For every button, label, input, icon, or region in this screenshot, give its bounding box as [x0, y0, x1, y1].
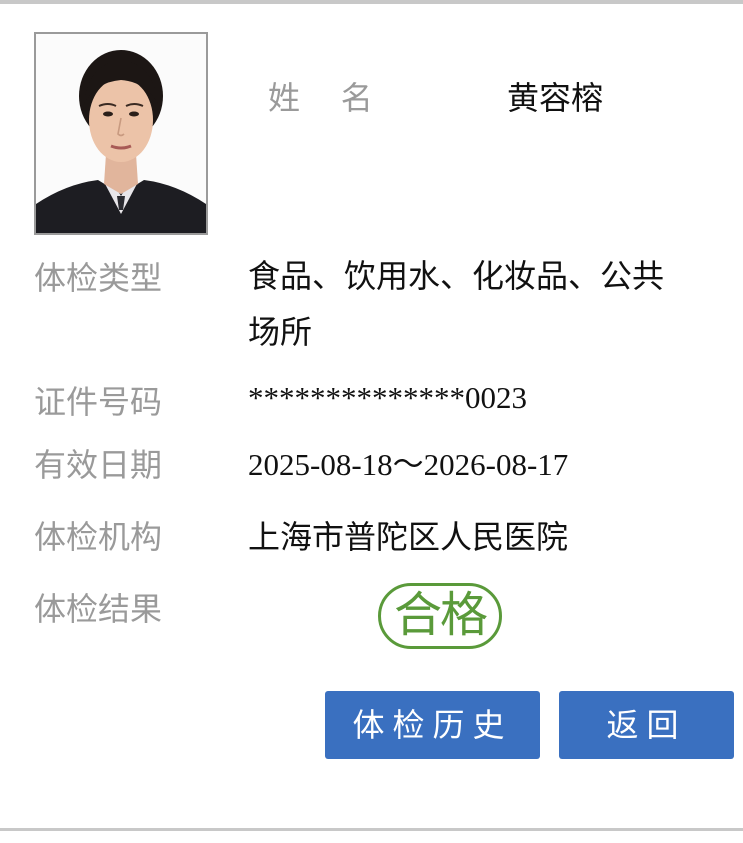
- id-number-value: **************0023: [248, 380, 527, 415]
- exam-type-value: 食品、饮用水、化妆品、公共场所: [248, 257, 665, 351]
- back-button[interactable]: 返回: [559, 691, 734, 759]
- result-label: 体检结果: [34, 590, 163, 628]
- name-value: 黄容榕: [507, 79, 604, 117]
- institution-value: 上海市普陀区人民医院: [248, 518, 569, 556]
- exam-type-label: 体检类型: [34, 259, 163, 297]
- bottom-divider: [0, 828, 743, 831]
- validity-label: 有效日期: [34, 446, 163, 484]
- id-number-label: 证件号码: [34, 383, 163, 421]
- validity-value: 2025-08-18～2026-08-17: [248, 447, 569, 482]
- top-divider: [0, 0, 743, 4]
- exam-history-button[interactable]: 体检历史: [325, 691, 540, 759]
- id-photo: [34, 32, 208, 235]
- name-label: 姓 名: [268, 79, 373, 117]
- institution-label: 体检机构: [34, 518, 163, 556]
- result-qualified-stamp: 合格: [378, 583, 502, 649]
